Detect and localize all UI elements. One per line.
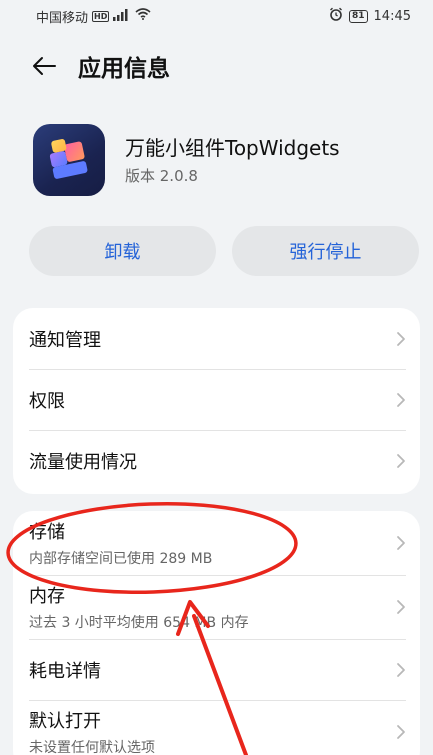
signal-icon bbox=[113, 8, 131, 24]
chevron-right-icon bbox=[397, 600, 405, 614]
list-item-subtitle: 未设置任何默认选项 bbox=[29, 740, 155, 755]
chevron-right-icon bbox=[397, 392, 405, 407]
list-item-notification-management[interactable]: 通知管理 bbox=[13, 308, 420, 369]
list-item-label: 流量使用情况 bbox=[29, 451, 137, 473]
list-item-storage[interactable]: 存储 内部存储空间已使用 289 MB bbox=[13, 511, 420, 575]
list-item-permissions[interactable]: 权限 bbox=[13, 369, 420, 430]
status-right: 81 14:45 bbox=[329, 7, 411, 25]
list-item-subtitle: 内部存储空间已使用 289 MB bbox=[29, 551, 213, 567]
list-item-texts: 存储 内部存储空间已使用 289 MB bbox=[29, 518, 212, 568]
page-header: 应用信息 bbox=[0, 40, 433, 92]
list-item-label: 存储 bbox=[29, 522, 65, 543]
arrow-left-icon bbox=[33, 57, 56, 75]
battery-icon: 81 bbox=[349, 9, 368, 23]
list-item-label: 默认打开 bbox=[29, 711, 101, 732]
list-item-battery-details[interactable]: 耗电详情 bbox=[13, 639, 420, 700]
carrier-name: 中国移动 bbox=[36, 10, 89, 26]
clock: 14:45 bbox=[373, 8, 411, 24]
list-item-label: 权限 bbox=[29, 390, 65, 412]
app-text: 万能小组件TopWidgets 版本 2.0.8 bbox=[125, 135, 340, 186]
list-item-label: 耗电详情 bbox=[29, 660, 101, 682]
app-name: 万能小组件TopWidgets bbox=[125, 135, 340, 160]
list-item-data-usage[interactable]: 流量使用情况 bbox=[13, 430, 420, 491]
app-version: 版本 2.0.8 bbox=[125, 166, 198, 185]
uninstall-button[interactable]: 卸载 bbox=[29, 226, 216, 276]
hd-badge: HD bbox=[92, 10, 110, 22]
force-stop-button[interactable]: 强行停止 bbox=[232, 226, 419, 276]
list-item-texts: 内存 过去 3 小时平均使用 654 MB 内存 bbox=[29, 582, 249, 632]
list-item-texts: 默认打开 未设置任何默认选项 bbox=[29, 707, 155, 755]
chevron-right-icon bbox=[397, 662, 405, 677]
chevron-right-icon bbox=[397, 725, 405, 739]
chevron-right-icon bbox=[397, 331, 405, 346]
list-item-label: 通知管理 bbox=[29, 329, 101, 351]
app-icon bbox=[33, 124, 105, 196]
back-button[interactable] bbox=[22, 44, 66, 88]
wifi-icon bbox=[135, 8, 151, 24]
settings-card-2: 存储 内部存储空间已使用 289 MB 内存 过去 3 小时平均使用 654 M… bbox=[13, 511, 420, 755]
page-title: 应用信息 bbox=[78, 56, 170, 82]
action-buttons: 卸载 强行停止 bbox=[29, 226, 419, 276]
status-left: 中国移动 HD bbox=[36, 7, 151, 26]
chevron-right-icon bbox=[397, 536, 405, 550]
list-item-open-by-default[interactable]: 默认打开 未设置任何默认选项 bbox=[13, 700, 420, 755]
settings-card-1: 通知管理 权限 流量使用情况 bbox=[13, 308, 420, 494]
status-bar: 中国移动 HD 81 14:45 bbox=[0, 0, 433, 32]
list-item-label: 内存 bbox=[29, 586, 65, 607]
list-item-memory[interactable]: 内存 过去 3 小时平均使用 654 MB 内存 bbox=[13, 575, 420, 639]
chevron-right-icon bbox=[397, 453, 405, 468]
list-item-subtitle: 过去 3 小时平均使用 654 MB 内存 bbox=[29, 615, 249, 631]
alarm-icon bbox=[329, 7, 343, 25]
app-info: 万能小组件TopWidgets 版本 2.0.8 bbox=[33, 124, 340, 196]
